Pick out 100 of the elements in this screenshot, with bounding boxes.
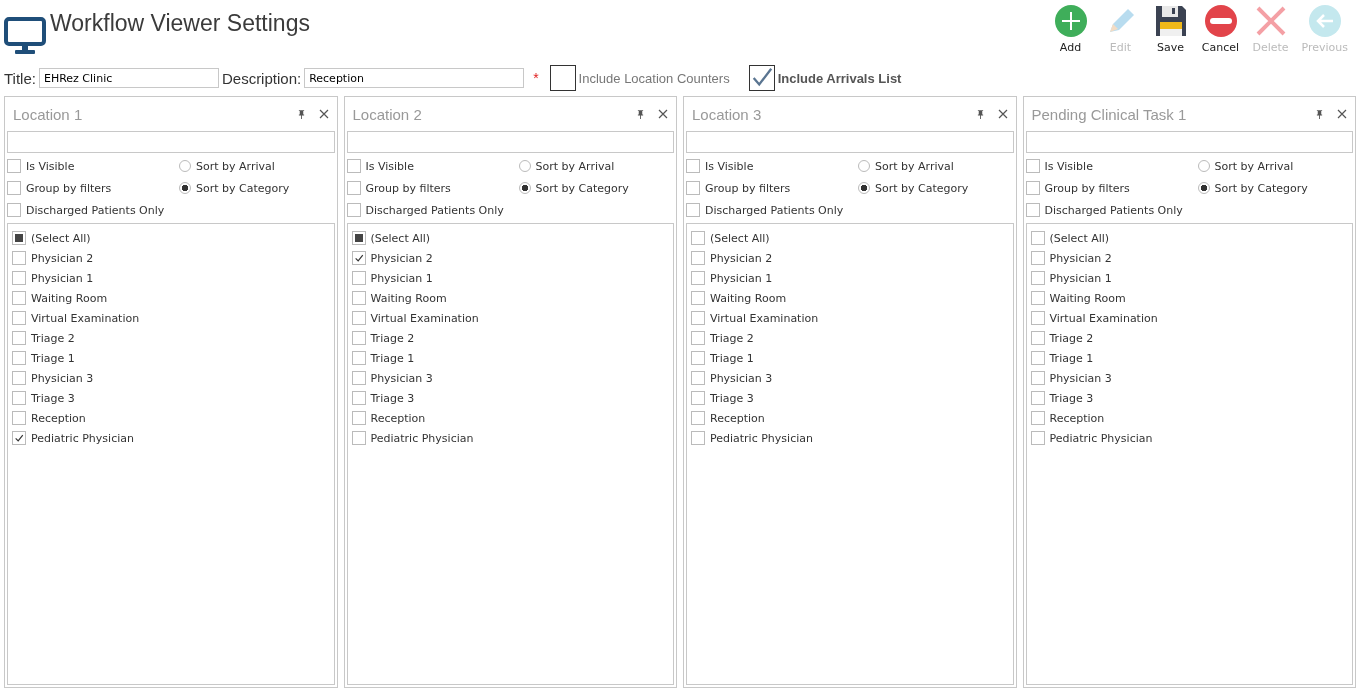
title-field[interactable]: EHRez Clinic <box>38 68 219 88</box>
search-field[interactable] <box>1025 131 1353 153</box>
list-item-label[interactable]: Pediatric Physician <box>710 431 813 445</box>
list-item-label[interactable]: Triage 1 <box>31 351 75 365</box>
radio-button[interactable] <box>1197 182 1210 194</box>
list-item-label[interactable]: Physician 2 <box>1049 251 1112 265</box>
checkbox[interactable] <box>1030 251 1045 265</box>
list-item-label[interactable]: Triage 3 <box>1049 391 1094 405</box>
list-item-label[interactable]: Pediatric Physician <box>1049 431 1153 445</box>
checkbox[interactable] <box>691 351 705 365</box>
checkbox[interactable] <box>12 231 26 245</box>
checkbox[interactable] <box>351 371 366 385</box>
list-item-label[interactable]: Waiting Room <box>31 291 108 305</box>
checkbox[interactable] <box>691 411 705 425</box>
list-item-label[interactable]: Virtual Examination <box>1049 311 1158 325</box>
list-item-label[interactable]: Physician 2 <box>31 251 94 265</box>
list-item-label[interactable]: Waiting Room <box>370 291 447 305</box>
checkbox[interactable] <box>691 371 705 385</box>
list-item-label[interactable]: Virtual Examination <box>31 311 140 325</box>
checkbox[interactable] <box>12 291 26 305</box>
checkbox[interactable] <box>12 271 26 285</box>
toolbar-button[interactable]: Save <box>1147 4 1194 62</box>
description-field[interactable]: Reception <box>304 68 525 88</box>
checkbox[interactable] <box>351 271 366 285</box>
search-field[interactable] <box>7 131 335 153</box>
checkbox[interactable] <box>691 331 705 345</box>
list-item-label[interactable]: Physician 3 <box>710 371 773 385</box>
checkbox[interactable] <box>12 431 26 445</box>
checkbox[interactable] <box>7 203 21 217</box>
list-item-label[interactable]: Triage 2 <box>1049 331 1094 345</box>
list-item-label[interactable]: Triage 3 <box>31 391 75 405</box>
close-icon[interactable] <box>1337 109 1347 119</box>
checkbox[interactable] <box>351 431 366 445</box>
checkbox[interactable] <box>12 351 26 365</box>
list-item-label[interactable]: Pediatric Physician <box>370 431 474 445</box>
checkbox[interactable] <box>12 331 26 345</box>
search-field[interactable] <box>346 131 674 153</box>
checkbox[interactable] <box>1030 431 1045 445</box>
checkbox[interactable] <box>1025 181 1040 195</box>
checkbox[interactable] <box>1030 371 1045 385</box>
checkbox[interactable] <box>1025 203 1040 217</box>
list-item-label[interactable]: (Select All) <box>710 231 770 245</box>
close-icon[interactable] <box>997 109 1008 119</box>
list-item-label[interactable]: Reception <box>31 411 86 425</box>
list-item-label[interactable]: Triage 3 <box>370 391 415 405</box>
pin-icon[interactable] <box>1316 109 1323 119</box>
checkbox[interactable] <box>691 231 705 245</box>
list-item-label[interactable]: Virtual Examination <box>370 311 479 325</box>
list-item-label[interactable]: Reception <box>710 411 765 425</box>
close-icon[interactable] <box>658 109 668 119</box>
list-item-label[interactable]: Triage 3 <box>710 391 754 405</box>
checkbox[interactable] <box>7 181 21 195</box>
checkbox[interactable] <box>351 411 366 425</box>
checkbox[interactable] <box>691 271 705 285</box>
list-item-label[interactable]: Physician 1 <box>1049 271 1112 285</box>
list-item-label[interactable]: (Select All) <box>31 231 91 245</box>
checkbox[interactable] <box>346 203 361 217</box>
checkbox[interactable] <box>346 181 361 195</box>
list-item-label[interactable]: Waiting Room <box>1049 291 1126 305</box>
checkbox[interactable] <box>351 311 366 325</box>
list-item-label[interactable]: Physician 1 <box>370 271 433 285</box>
checkbox[interactable] <box>351 291 366 305</box>
list-item-label[interactable]: (Select All) <box>1049 231 1110 245</box>
checkbox[interactable] <box>748 65 775 91</box>
list-item-label[interactable]: Physician 1 <box>710 271 773 285</box>
checkbox[interactable] <box>1030 411 1045 425</box>
list-item-label[interactable]: Waiting Room <box>710 291 787 305</box>
checkbox[interactable] <box>1030 291 1045 305</box>
list-item-label[interactable]: Triage 2 <box>370 331 415 345</box>
pin-icon[interactable] <box>297 109 305 119</box>
checkbox[interactable] <box>686 203 700 217</box>
checkbox[interactable] <box>12 311 26 325</box>
list-item-label[interactable]: Triage 2 <box>31 331 75 345</box>
list-item-label[interactable]: Physician 2 <box>370 251 433 265</box>
checkbox[interactable] <box>691 431 705 445</box>
checkbox[interactable] <box>691 311 705 325</box>
checkbox[interactable] <box>12 371 26 385</box>
checkbox[interactable] <box>686 159 700 173</box>
checkbox[interactable] <box>1030 311 1045 325</box>
checkbox[interactable] <box>686 181 700 195</box>
checkbox[interactable] <box>346 159 361 173</box>
checkbox[interactable] <box>351 351 366 365</box>
checkbox[interactable] <box>549 65 576 91</box>
checkbox[interactable] <box>1025 159 1040 173</box>
checkbox[interactable] <box>1030 351 1045 365</box>
checkbox[interactable] <box>691 291 705 305</box>
list-item-label[interactable]: Reception <box>1049 411 1105 425</box>
checkbox[interactable] <box>351 391 366 405</box>
search-field[interactable] <box>686 131 1014 153</box>
checkbox[interactable] <box>7 159 21 173</box>
checkbox[interactable] <box>1030 231 1045 245</box>
list-item-label[interactable]: Triage 1 <box>1049 351 1094 365</box>
checkbox[interactable] <box>691 251 705 265</box>
close-icon[interactable] <box>318 109 329 119</box>
checkbox[interactable] <box>351 231 366 245</box>
checkbox[interactable] <box>12 391 26 405</box>
list-item-label[interactable]: Triage 1 <box>370 351 415 365</box>
checkbox[interactable] <box>1030 391 1045 405</box>
list-item-label[interactable]: (Select All) <box>370 231 431 245</box>
pin-icon[interactable] <box>637 109 644 119</box>
